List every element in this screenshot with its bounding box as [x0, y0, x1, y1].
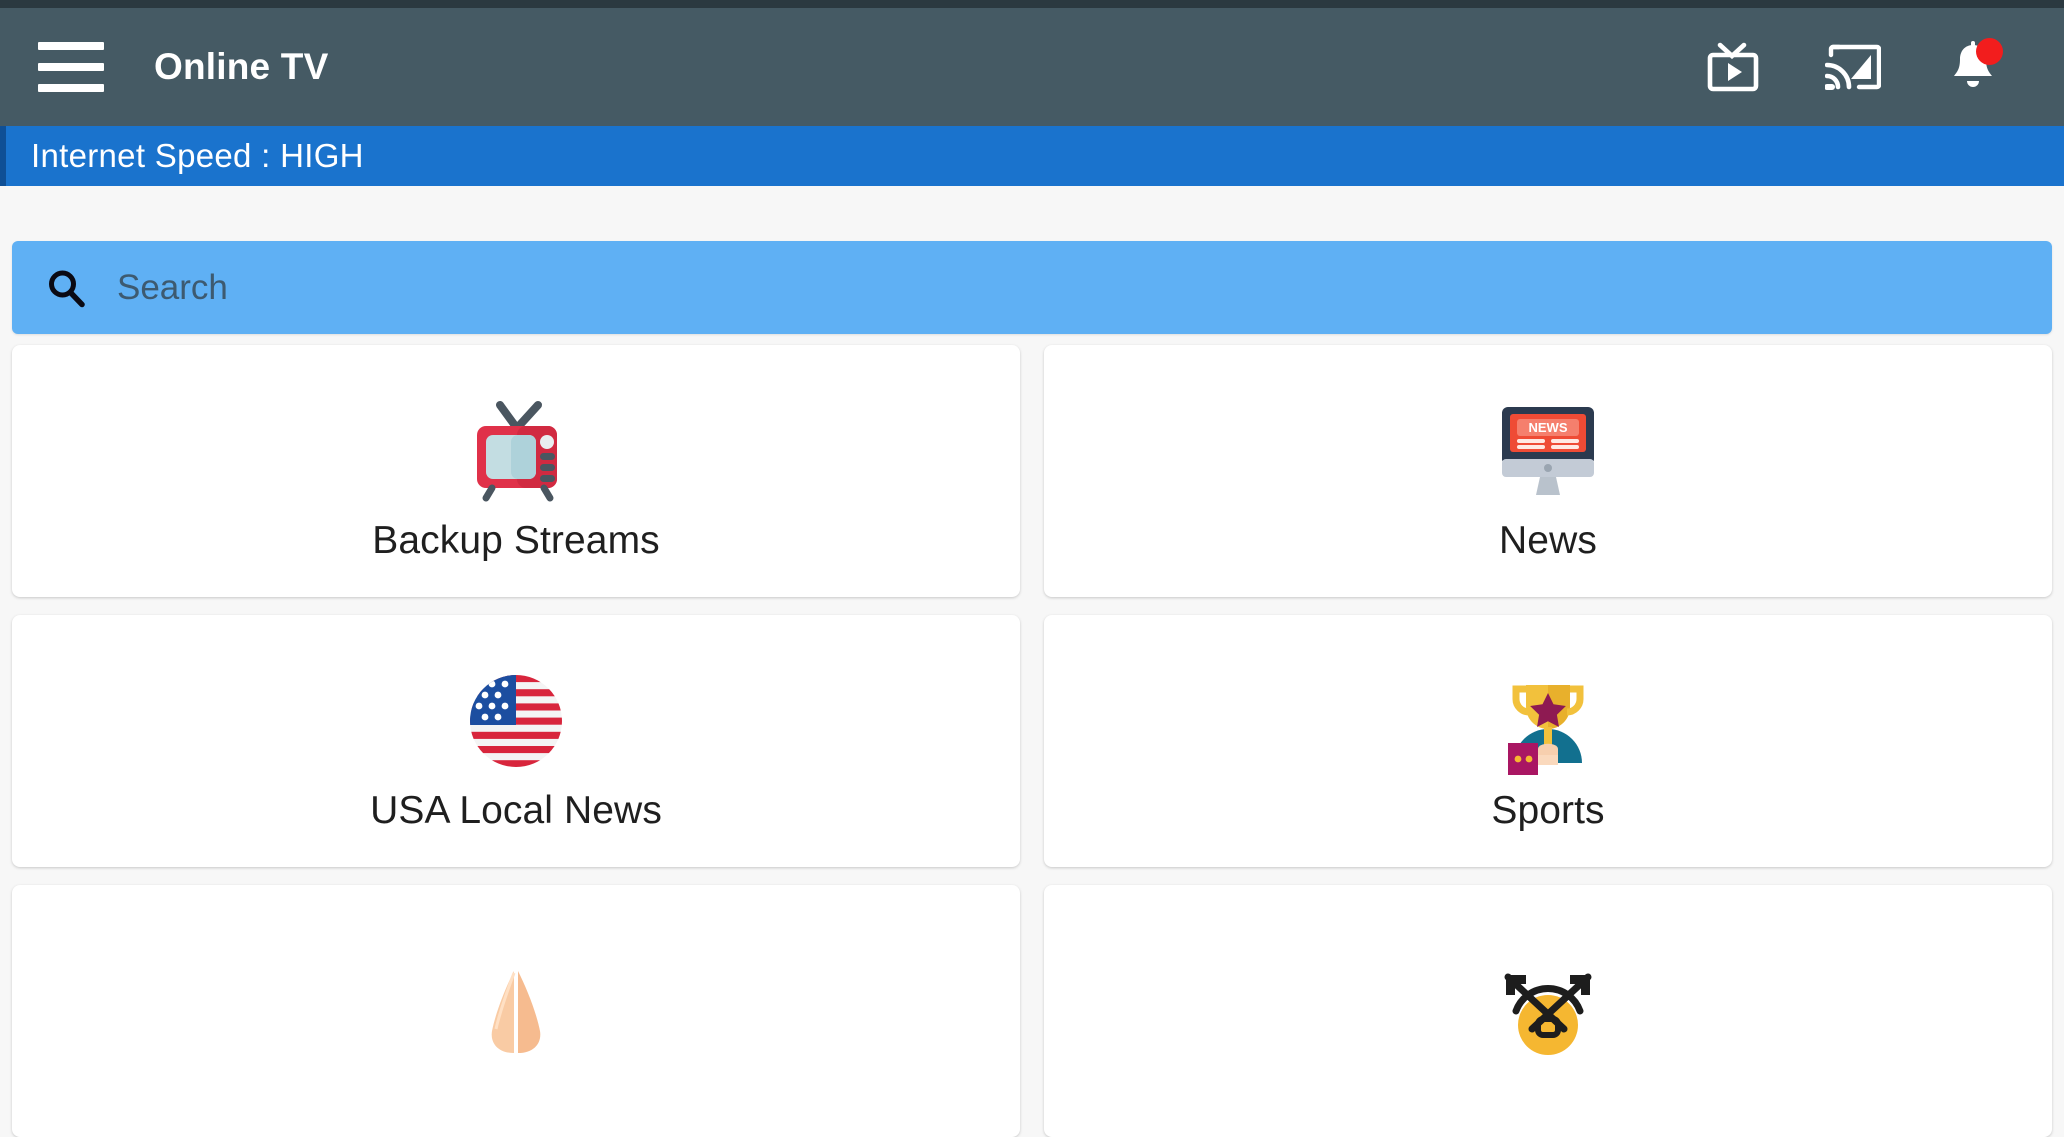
internet-speed-bar: Internet Speed : HIGH	[0, 126, 2064, 186]
notifications-icon[interactable]	[1942, 36, 2004, 98]
internet-speed-label: Internet Speed : HIGH	[31, 137, 364, 174]
status-bar-strip	[0, 0, 2064, 8]
hamburger-bar	[38, 42, 104, 50]
live-tv-icon[interactable]	[1702, 36, 1764, 98]
svg-text:NEWS: NEWS	[1529, 420, 1568, 435]
cast-icon[interactable]	[1822, 36, 1884, 98]
category-card-label: Sports	[1491, 789, 1605, 832]
category-card-sports[interactable]: Sports	[1044, 615, 2052, 867]
toolbar-actions	[1702, 36, 2004, 98]
search-bar[interactable]	[12, 241, 2052, 334]
category-card-label: USA Local News	[370, 789, 662, 832]
usa-flag-icon	[462, 653, 570, 775]
notification-badge-dot	[1976, 38, 2003, 65]
category-card-partial-right[interactable]	[1044, 885, 2052, 1137]
category-grid: Backup Streams NEWS News USA Local News …	[12, 345, 2052, 1137]
category-card-partial-left[interactable]	[12, 885, 1020, 1137]
app-title: Online TV	[154, 46, 329, 87]
category-card-news[interactable]: NEWS News	[1044, 345, 2052, 597]
news-monitor-icon: NEWS	[1494, 383, 1602, 505]
search-icon	[44, 266, 88, 310]
hamburger-menu-icon[interactable]	[38, 42, 104, 92]
praying-hands-icon	[462, 945, 570, 1067]
hamburger-bar	[38, 63, 104, 71]
category-card-usa-local-news[interactable]: USA Local News	[12, 615, 1020, 867]
category-card-label: News	[1499, 519, 1597, 562]
category-card-label: Backup Streams	[372, 519, 660, 562]
app-toolbar: Online TV	[0, 8, 2064, 126]
category-card-backup-streams[interactable]: Backup Streams	[12, 345, 1020, 597]
hamburger-bar	[38, 84, 104, 92]
retro-tv-icon	[462, 383, 570, 505]
crossed-arrows-icon	[1494, 945, 1602, 1067]
search-input[interactable]	[117, 267, 2028, 308]
trophy-icon	[1494, 653, 1602, 775]
